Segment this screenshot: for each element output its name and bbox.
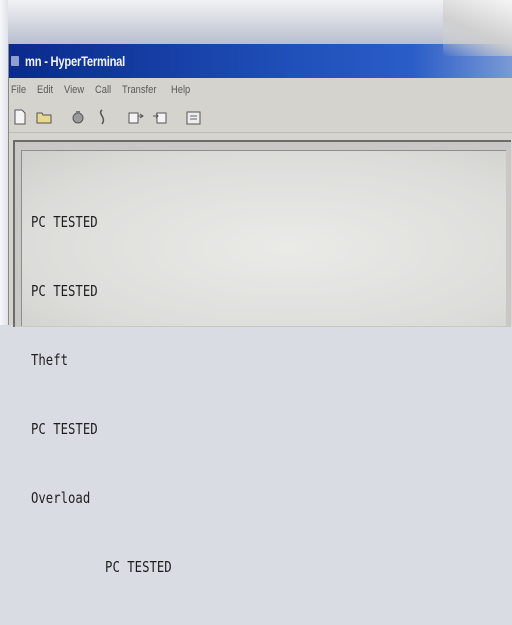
monitor-bezel-left	[0, 0, 8, 325]
terminal-line: PC TESTED	[31, 213, 98, 231]
terminal-line: PC TESTED	[31, 558, 172, 576]
new-document-icon[interactable]	[11, 108, 29, 126]
terminal-line: Overload	[31, 489, 91, 507]
menu-transfer[interactable]: Transfer	[122, 84, 156, 96]
terminal-frame: PC TESTED PC TESTED Theft PC TESTED Over…	[13, 140, 511, 576]
menu-call[interactable]: Call	[95, 84, 111, 96]
hyperterminal-window: mn - HyperTerminal File Edit View Call T…	[8, 0, 512, 576]
receive-icon[interactable]	[151, 108, 169, 126]
menu-file[interactable]: File	[11, 84, 26, 96]
terminal-screen[interactable]: PC TESTED PC TESTED Theft PC TESTED Over…	[21, 150, 506, 576]
terminal-output: PC TESTED PC TESTED Theft PC TESTED Over…	[31, 165, 172, 625]
menu-view[interactable]: View	[64, 84, 84, 96]
properties-icon[interactable]	[185, 108, 203, 126]
connect-icon[interactable]	[69, 108, 87, 126]
terminal-line: PC TESTED	[31, 420, 98, 438]
terminal-line: Theft	[31, 351, 69, 369]
title-bar[interactable]: mn - HyperTerminal	[9, 44, 512, 78]
window-title: mn - HyperTerminal	[25, 53, 126, 69]
monitor-bezel-top	[0, 0, 512, 44]
toolbar	[9, 102, 512, 133]
menu-help[interactable]: Help	[171, 84, 190, 96]
terminal-line: PC TESTED	[31, 282, 98, 300]
menu-edit[interactable]: Edit	[37, 84, 53, 96]
open-folder-icon[interactable]	[35, 108, 53, 126]
menu-bar: File Edit View Call Transfer Help	[9, 78, 512, 102]
send-icon[interactable]	[127, 108, 145, 126]
disconnect-icon[interactable]	[93, 108, 111, 126]
app-icon[interactable]	[11, 56, 19, 66]
